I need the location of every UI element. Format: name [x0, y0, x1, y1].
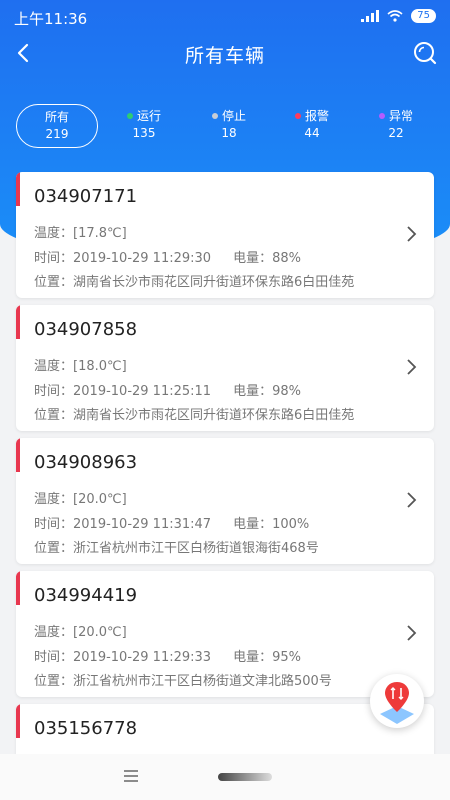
vehicle-id: 034907171 [34, 186, 138, 207]
signal-icon [361, 10, 380, 22]
power-text: 电量：100% [233, 517, 310, 532]
wifi-icon [387, 10, 403, 22]
alert-status-bar [16, 704, 20, 738]
map-button[interactable] [370, 674, 424, 728]
gray-dot-icon [211, 112, 218, 119]
time-power-row: 时间：2019-10-29 11:25:11 电量：98% [34, 380, 301, 399]
filter-label: 异常 [388, 109, 413, 123]
status-time: 上午11:36 [14, 10, 88, 28]
temperature-text: 温度：[20.0℃] [34, 625, 127, 640]
status-filter-bar: 所有 219 运行 135 停止 18 报警 44 异常 22 [16, 104, 436, 150]
vehicle-card[interactable]: 034907858 温度：[18.0℃] 时间：2019-10-29 11:25… [16, 305, 434, 431]
temperature-text: 温度：[18.0℃] [34, 359, 127, 374]
filter-count: 22 [388, 126, 404, 140]
green-dot-icon [126, 112, 133, 119]
alert-status-bar [16, 571, 20, 605]
time-power-row: 时间：2019-10-29 11:29:33 电量：95% [34, 646, 301, 665]
map-pin-icon [380, 682, 414, 724]
time-text: 时间：2019-10-29 11:29:33 [34, 650, 212, 665]
filter-label: 运行 [136, 109, 161, 123]
temperature-text: 温度：[17.8℃] [34, 226, 127, 241]
location-text: 位置：浙江省杭州市江干区白杨街道银海街468号 [34, 541, 319, 556]
filter-count: 44 [304, 126, 320, 140]
vehicle-card[interactable]: 034907171 温度：[17.8℃] 时间：2019-10-29 11:29… [16, 172, 434, 298]
filter-label: 停止 [221, 109, 246, 123]
power-text: 电量：95% [233, 650, 301, 665]
location-text: 位置：湖南省长沙市雨花区同升街道环保东路6白田佳苑 [34, 275, 355, 290]
time-text: 时间：2019-10-29 11:25:11 [34, 384, 212, 399]
status-icons: 75 [361, 9, 436, 23]
vehicle-card[interactable]: 034908963 温度：[20.0℃] 时间：2019-10-29 11:31… [16, 438, 434, 564]
vehicle-id: 034994419 [34, 585, 138, 606]
temperature-text: 温度：[20.0℃] [34, 492, 127, 507]
chevron-right-icon [407, 359, 417, 375]
alert-status-bar [16, 172, 20, 206]
filter-stopped[interactable]: 停止 18 [189, 108, 269, 142]
alert-status-bar [16, 305, 20, 339]
filter-count: 18 [221, 126, 237, 140]
chevron-right-icon [407, 625, 417, 641]
search-button[interactable] [410, 38, 440, 68]
filter-label: 所有 [44, 110, 69, 124]
vehicle-id: 034907858 [34, 319, 138, 340]
vehicle-id: 034908963 [34, 452, 138, 473]
alert-status-bar [16, 438, 20, 472]
filter-alarm[interactable]: 报警 44 [272, 108, 352, 142]
home-indicator[interactable] [218, 773, 272, 781]
menu-icon[interactable] [124, 770, 138, 782]
vehicle-id: 035156778 [34, 718, 138, 739]
search-icon [414, 42, 437, 65]
time-text: 时间：2019-10-29 11:31:47 [34, 517, 212, 532]
red-dot-icon [294, 112, 301, 119]
filter-running[interactable]: 运行 135 [104, 108, 184, 142]
status-bar: 上午11:36 75 [0, 0, 450, 34]
filter-count: 135 [132, 126, 156, 140]
page-title: 所有车辆 [184, 45, 265, 67]
purple-dot-icon [378, 112, 385, 119]
location-text: 位置：湖南省长沙市雨花区同升街道环保东路6白田佳苑 [34, 408, 355, 423]
power-text: 电量：98% [233, 384, 301, 399]
navigation-bar: 所有车辆 [0, 34, 450, 74]
time-power-row: 时间：2019-10-29 11:29:30 电量：88% [34, 247, 301, 266]
filter-abnormal[interactable]: 异常 22 [356, 108, 436, 142]
chevron-right-icon [407, 226, 417, 242]
chevron-right-icon [407, 492, 417, 508]
filter-count: 219 [45, 127, 69, 141]
time-text: 时间：2019-10-29 11:29:30 [34, 251, 212, 266]
time-power-row: 时间：2019-10-29 11:31:47 电量：100% [34, 513, 309, 532]
location-text: 位置：浙江省杭州市江干区白杨街道文津北路500号 [34, 674, 332, 689]
filter-all[interactable]: 所有 219 [16, 104, 98, 148]
system-navigation-bar [0, 754, 450, 800]
filter-label: 报警 [304, 109, 329, 123]
battery-indicator: 75 [411, 9, 436, 23]
power-text: 电量：88% [233, 251, 301, 266]
